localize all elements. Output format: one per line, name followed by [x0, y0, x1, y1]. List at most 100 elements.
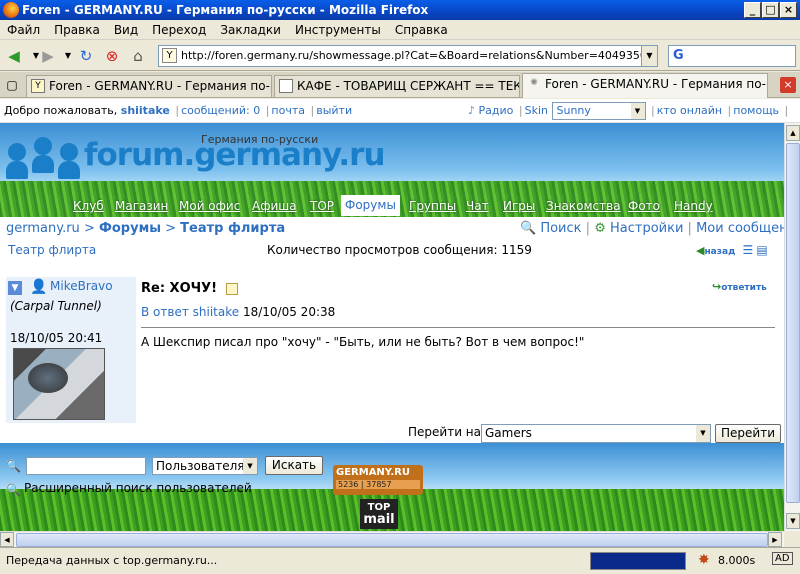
menu-go[interactable]: Переход [145, 20, 213, 40]
nav-afisha[interactable]: Афиша [252, 196, 297, 216]
scroll-right-icon[interactable]: ▶ [768, 532, 782, 547]
back-icon[interactable]: ◀ [4, 46, 24, 66]
topmail-badge[interactable]: TOP mail [360, 499, 398, 529]
radio-icon: ♪ [468, 104, 476, 117]
close-window-button[interactable]: × [780, 2, 797, 18]
goto-select[interactable]: Gamers [481, 424, 711, 443]
vertical-scrollbar[interactable]: ▲ ▼ [784, 123, 800, 531]
timer-icon: ✸ [698, 552, 710, 568]
welcome-text: Добро пожаловать, [4, 104, 118, 117]
menu-edit[interactable]: Правка [47, 20, 107, 40]
board-title-link[interactable]: Театр флирта [8, 243, 96, 257]
reply-button[interactable]: ↪ответить [712, 280, 767, 293]
close-tab-icon[interactable]: × [780, 77, 796, 93]
site-logo[interactable]: forum.germany.ru [84, 137, 386, 173]
advanced-search-link[interactable]: Расширенный поиск пользователей [24, 481, 252, 495]
author-name[interactable]: MikeBravo [50, 279, 113, 293]
nav-handy[interactable]: Handy [674, 196, 713, 216]
top-navigation: Клуб Магазин Мой офис Афиша TOP Форумы Г… [0, 195, 800, 216]
maximize-button[interactable]: □ [762, 2, 779, 18]
tab-1-label: Foren - GERMANY.RU - Германия по-русски [49, 79, 271, 93]
breadcrumb-forums[interactable]: Форумы [99, 221, 161, 236]
adblock-icon[interactable]: AD [772, 552, 793, 565]
address-url: http://foren.germany.ru/showmessage.pl?C… [181, 49, 658, 62]
online-link[interactable]: кто онлайн [657, 104, 722, 117]
search-icon: 🔍 [520, 221, 537, 236]
in-reply-date: 18/10/05 20:38 [242, 305, 336, 319]
radio-link[interactable]: Радио [479, 104, 514, 117]
tab-3-active[interactable]: ✺ Foren - GERMANY.RU - Германия по-... [522, 73, 768, 98]
address-dropdown-icon[interactable]: ▼ [641, 46, 657, 66]
menu-bookmarks[interactable]: Закладки [213, 20, 288, 40]
germany-ru-top-badge[interactable]: GERMANY.RU 5236 | 37857 [333, 465, 423, 495]
nav-club[interactable]: Клуб [73, 196, 104, 216]
mail-link[interactable]: почта [271, 104, 305, 117]
tab-1[interactable]: Y Foren - GERMANY.RU - Германия по-русск… [26, 75, 272, 97]
nav-photo[interactable]: Фото [628, 196, 660, 216]
menu-tools[interactable]: Инструменты [288, 20, 388, 40]
settings-link[interactable]: Настройки [610, 221, 683, 236]
nav-chat[interactable]: Чат [466, 196, 489, 216]
threaded-view-icon[interactable]: ▤ [756, 243, 767, 257]
post-body: А Шекспир писал про "хочу" - "Быть, или … [141, 335, 585, 349]
username-link[interactable]: shiitake [121, 104, 170, 117]
search-link[interactable]: Поиск [540, 221, 581, 236]
vertical-scroll-thumb[interactable] [786, 143, 800, 503]
badge-count-2: 37857 [366, 480, 392, 489]
menu-help[interactable]: Справка [388, 20, 455, 40]
site-user-bar: Добро пожаловать, shiitake | сообщений: 0… [0, 99, 800, 141]
forward-dropdown-icon[interactable]: ▼ [58, 46, 78, 66]
back-button[interactable]: ◀назад ☰ ▤ [696, 243, 768, 257]
goto-button[interactable]: Перейти [715, 424, 781, 443]
scroll-left-icon[interactable]: ◀ [0, 532, 14, 547]
page-favicon-icon: Y [162, 48, 177, 63]
scroll-up-icon[interactable]: ▲ [786, 125, 800, 141]
flat-view-icon[interactable]: ☰ [742, 243, 753, 257]
collapse-icon[interactable]: ▼ [8, 281, 22, 295]
tab-2-label: КАФЕ - ТОВАРИЩ СЕРЖАНТ == ТЕКСТ ... [297, 79, 519, 93]
nav-shop[interactable]: Магазин [115, 196, 168, 216]
breadcrumb-board[interactable]: Театр флирта [180, 221, 285, 236]
timer-text: 8.000s [718, 554, 756, 567]
new-tab-icon[interactable]: ▢ [2, 75, 22, 95]
scroll-down-icon[interactable]: ▼ [786, 513, 800, 529]
nav-games[interactable]: Игры [503, 196, 535, 216]
menu-view[interactable]: Вид [107, 20, 145, 40]
horizontal-scrollbar[interactable]: ◀ ▶ [0, 531, 784, 547]
logout-link[interactable]: выйти [316, 104, 352, 117]
stop-icon[interactable]: ⊗ [102, 46, 122, 66]
nav-top[interactable]: TOP [310, 196, 334, 216]
goto-value: Gamers [485, 426, 532, 440]
menu-file[interactable]: Файл [0, 20, 47, 40]
nav-my-office[interactable]: Мой офис [179, 196, 240, 216]
user-search-input[interactable] [26, 457, 146, 475]
minimize-button[interactable]: _ [744, 2, 761, 18]
status-text: Передача данных с top.germany.ru... [6, 554, 218, 567]
breadcrumb: germany.ru > Форумы > Театр флирта [6, 221, 285, 236]
in-reply-link[interactable]: В ответ shiitake [141, 305, 239, 319]
tab-3-label: Foren - GERMANY.RU - Германия по-... [545, 77, 768, 91]
user-search-type-select[interactable]: Пользователя [152, 457, 258, 475]
skin-link[interactable]: Skin [525, 104, 548, 117]
post-title-text: Re: ХОЧУ! [141, 281, 218, 296]
breadcrumb-root[interactable]: germany.ru [6, 221, 80, 236]
nav-groups[interactable]: Группы [409, 196, 456, 216]
help-link[interactable]: помощь [733, 104, 779, 117]
nav-forums[interactable]: Форумы [341, 195, 400, 216]
post-title: Re: ХОЧУ! [141, 281, 238, 296]
google-icon: G [673, 48, 684, 63]
reload-icon[interactable]: ↻ [76, 46, 96, 66]
home-icon[interactable]: ⌂ [128, 46, 148, 66]
people-logo-icon[interactable] [6, 137, 82, 179]
address-bar[interactable]: Y http://foren.germany.ru/showmessage.pl… [158, 45, 658, 67]
skin-select[interactable]: Sunny [551, 102, 646, 120]
messages-link[interactable]: сообщений: 0 [181, 104, 260, 117]
user-search-button[interactable]: Искать [265, 456, 323, 475]
forward-icon[interactable]: ▶ [38, 46, 58, 66]
progress-bar [590, 552, 686, 570]
nav-dating[interactable]: Знакомства [546, 196, 621, 216]
tab-2[interactable]: КАФЕ - ТОВАРИЩ СЕРЖАНТ == ТЕКСТ ... [274, 75, 520, 97]
user-icon: 👤 [30, 279, 48, 295]
search-box[interactable]: G [668, 45, 796, 67]
horizontal-scroll-thumb[interactable] [16, 533, 768, 547]
